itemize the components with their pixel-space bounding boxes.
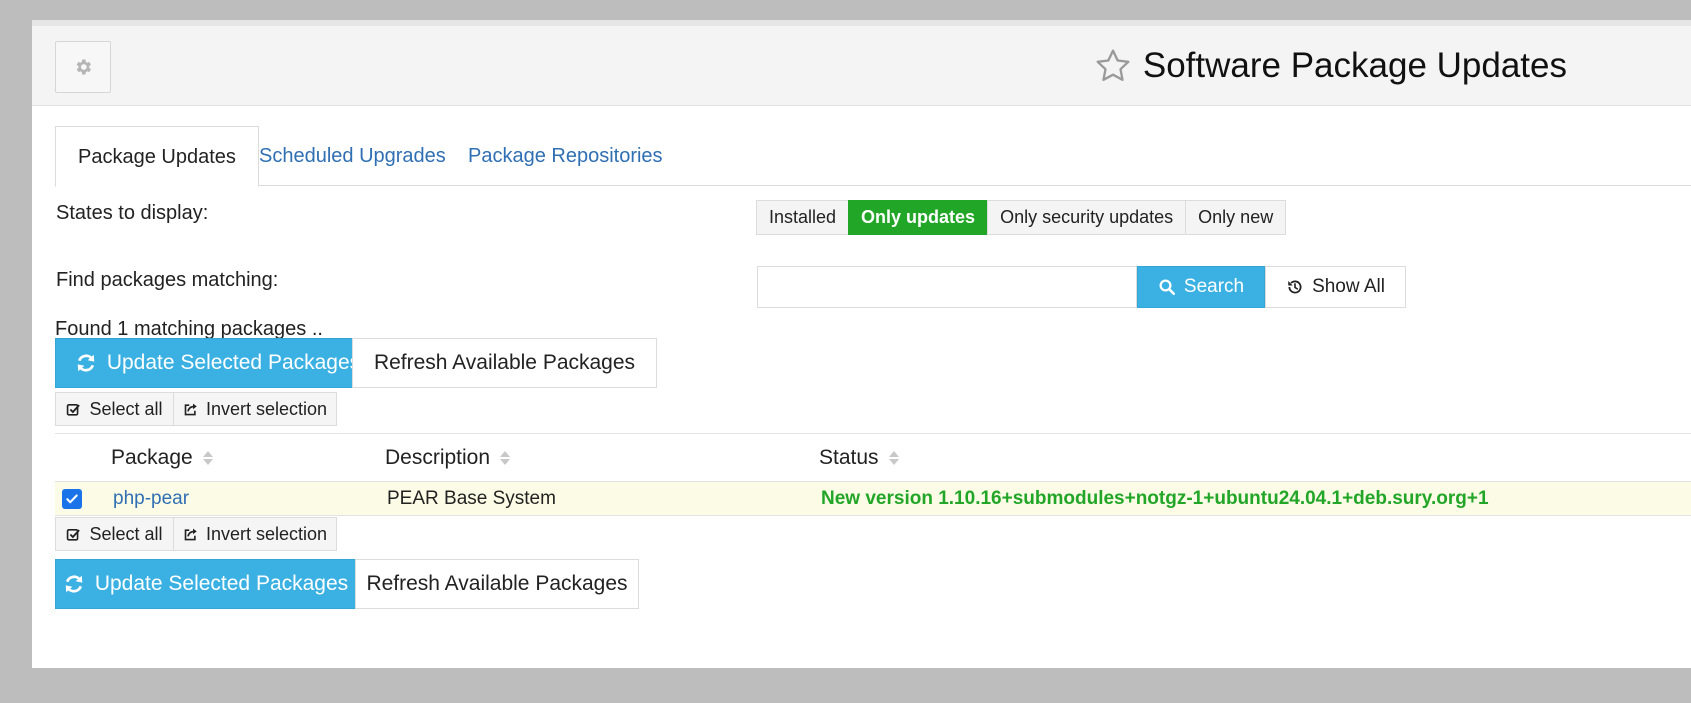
state-only-security-button[interactable]: Only security updates [987,200,1187,235]
sort-icon [202,451,213,465]
check-square-icon [67,528,81,541]
module-config-button[interactable] [55,41,111,93]
share-icon [184,528,197,540]
find-label: Find packages matching: [56,269,279,291]
tab-scheduled-upgrades[interactable]: Scheduled Upgrades [237,126,468,186]
table-row: php-pear PEAR Base System New version 1.… [55,482,1691,516]
page-title: Software Package Updates [1142,46,1567,85]
sort-icon [888,451,899,465]
column-header-package-label: Package [111,446,193,469]
share-icon [184,403,197,415]
state-filter-group: Installed Only updates Only security upd… [756,200,1287,235]
invert-selection-button-bottom[interactable]: Invert selection [173,517,337,551]
select-all-button-bottom[interactable]: Select all [55,517,174,551]
update-selected-label-top: Update Selected Packages [106,351,361,374]
star-outline-icon[interactable] [1093,46,1133,86]
page-header: Software Package Updates [32,26,1691,106]
invert-selection-button-top[interactable]: Invert selection [173,392,337,426]
refresh-icon [77,354,95,372]
refresh-available-button-top[interactable]: Refresh Available Packages [352,338,657,388]
column-header-status-label: Status [819,446,879,469]
search-button-label: Search [1183,276,1245,297]
search-icon [1159,279,1175,296]
select-all-label-bottom: Select all [89,523,163,544]
select-all-label-top: Select all [89,398,163,419]
check-square-icon [67,403,81,416]
column-header-status[interactable]: Status [819,434,899,482]
main-panel: Software Package Updates Package Updates… [32,20,1691,668]
update-selected-label-bottom: Update Selected Packages [94,572,349,595]
select-all-button-top[interactable]: Select all [55,392,174,426]
search-button[interactable]: Search [1137,266,1265,308]
column-header-description[interactable]: Description [385,434,511,482]
invert-selection-label-bottom: Invert selection [205,523,328,544]
tab-bar: Package Updates Scheduled Upgrades Packa… [55,126,1691,187]
sort-icon [500,451,511,465]
state-only-updates-button[interactable]: Only updates [848,200,989,235]
column-header-description-label: Description [385,446,491,469]
search-input[interactable] [757,266,1137,308]
package-description: PEAR Base System [387,488,556,509]
tab-package-updates[interactable]: Package Updates [55,126,259,187]
tab-package-repositories[interactable]: Package Repositories [446,126,685,186]
checkmark-icon [66,494,78,504]
row-checkbox[interactable] [62,489,82,509]
packages-table: Package Description Status php-pear PEAR… [55,433,1691,516]
state-installed-button[interactable]: Installed [756,200,850,235]
table-header: Package Description Status [55,434,1691,482]
refresh-available-button-bottom[interactable]: Refresh Available Packages [355,559,639,609]
update-selected-button-top[interactable]: Update Selected Packages [55,338,380,388]
state-only-new-button[interactable]: Only new [1185,200,1287,235]
package-name-link[interactable]: php-pear [113,482,189,516]
update-selected-button-bottom[interactable]: Update Selected Packages [55,559,356,609]
show-all-button-label: Show All [1312,276,1385,297]
gear-icon [76,59,91,75]
package-status: New version 1.10.16+submodules+notgz-1+u… [821,488,1489,509]
refresh-icon [65,575,83,593]
states-label: States to display: [56,202,209,224]
column-header-package[interactable]: Package [111,434,213,482]
history-icon [1288,280,1302,294]
invert-selection-label-top: Invert selection [205,398,328,419]
show-all-button[interactable]: Show All [1265,266,1406,308]
title-area: Software Package Updates [1093,42,1567,90]
